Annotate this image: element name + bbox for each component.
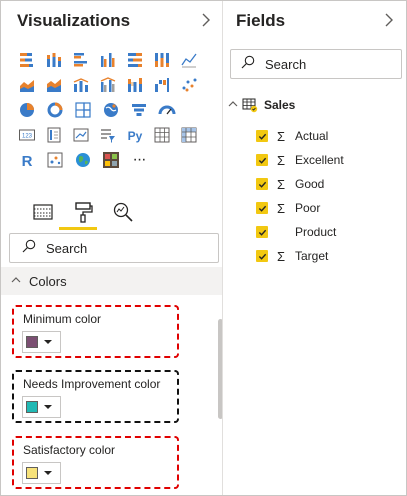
checkbox-checked[interactable] xyxy=(256,130,268,142)
colors-section-label: Colors xyxy=(29,273,67,289)
globe-map-icon[interactable] xyxy=(69,149,97,171)
checkbox-checked[interactable] xyxy=(256,226,268,238)
svg-text:R: R xyxy=(22,153,33,169)
funnel-icon[interactable] xyxy=(125,99,153,121)
visualizations-title: Visualizations xyxy=(17,11,131,30)
field-good[interactable]: Σ Good xyxy=(256,174,324,194)
matrix-icon[interactable] xyxy=(176,124,203,146)
field-target[interactable]: Σ Target xyxy=(256,246,328,266)
chevron-up-icon xyxy=(11,276,21,287)
fields-search-input[interactable]: Search xyxy=(230,49,402,79)
100-stacked-bar-icon[interactable] xyxy=(122,49,149,71)
sales-table-node[interactable]: Sales xyxy=(228,95,295,115)
key-influencers-icon[interactable] xyxy=(41,149,69,171)
card-icon[interactable]: 123 xyxy=(13,124,40,146)
checkbox-checked[interactable] xyxy=(256,202,268,214)
table-name: Sales xyxy=(264,98,296,112)
clustered-bar-icon[interactable] xyxy=(67,49,94,71)
colors-section-header[interactable]: Colors xyxy=(1,267,222,295)
donut-chart-icon[interactable] xyxy=(41,99,69,121)
caret-down-icon xyxy=(44,471,52,475)
field-label: Product xyxy=(295,225,337,239)
line-column-icon[interactable] xyxy=(67,74,94,96)
gauge-icon[interactable] xyxy=(153,99,181,121)
search-placeholder: Search xyxy=(46,240,88,256)
ribbon-chart-icon[interactable] xyxy=(122,74,149,96)
pie-chart-icon[interactable] xyxy=(13,99,41,121)
fields-title: Fields xyxy=(236,11,286,30)
100-stacked-column-icon[interactable] xyxy=(149,49,176,71)
field-actual[interactable]: Σ Actual xyxy=(256,126,328,146)
field-label: Poor xyxy=(295,201,321,215)
minimum-color-label: Minimum color xyxy=(23,312,102,326)
field-label: Good xyxy=(295,177,325,191)
fields-tab-icon[interactable] xyxy=(23,197,63,227)
search-icon xyxy=(241,55,255,74)
format-paint-roller-icon[interactable] xyxy=(63,197,103,227)
area-chart-icon[interactable] xyxy=(13,74,40,96)
kpi-icon[interactable] xyxy=(67,124,94,146)
search-icon xyxy=(22,239,36,258)
color-swatch xyxy=(26,401,38,413)
scatter-icon[interactable] xyxy=(176,74,203,96)
caret-down-icon xyxy=(44,405,52,409)
satisfactory-color-group: Satisfactory color xyxy=(12,436,179,489)
analytics-magnifier-icon[interactable] xyxy=(103,197,143,227)
waterfall-icon[interactable] xyxy=(149,74,176,96)
multi-row-card-icon[interactable] xyxy=(40,124,67,146)
stacked-bar-icon[interactable] xyxy=(13,49,40,71)
field-product[interactable]: Product xyxy=(256,222,336,242)
needs-improvement-color-label: Needs Improvement color xyxy=(23,377,161,391)
fields-pane: Fields Search Sales Σ Actual Σ Excellent… xyxy=(224,1,406,495)
checkbox-checked[interactable] xyxy=(256,154,268,166)
stacked-column-icon[interactable] xyxy=(40,49,67,71)
color-swatch xyxy=(26,467,38,479)
caret-down-icon xyxy=(44,340,52,344)
table-icon xyxy=(242,97,258,113)
visualization-gallery: 123 Py R ··· xyxy=(13,47,203,172)
visualization-tabs xyxy=(23,197,143,227)
sigma-icon: Σ xyxy=(276,248,286,264)
minimum-color-picker[interactable] xyxy=(22,331,61,353)
slicer-icon[interactable] xyxy=(94,124,121,146)
chevron-right-icon[interactable] xyxy=(384,13,398,29)
field-poor[interactable]: Σ Poor xyxy=(256,198,320,218)
field-label: Excellent xyxy=(295,153,344,167)
satisfactory-color-label: Satisfactory color xyxy=(23,443,116,457)
clustered-column-icon[interactable] xyxy=(94,49,121,71)
svg-text:Py: Py xyxy=(128,129,143,143)
checkbox-checked[interactable] xyxy=(256,178,268,190)
field-label: Actual xyxy=(295,129,329,143)
active-tab-indicator xyxy=(59,227,97,230)
treemap-icon[interactable] xyxy=(69,99,97,121)
field-excellent[interactable]: Σ Excellent xyxy=(256,150,344,170)
search-placeholder: Search xyxy=(265,56,307,72)
needs-improvement-color-picker[interactable] xyxy=(22,396,61,418)
checkbox-checked[interactable] xyxy=(256,250,268,262)
visualizations-pane: Visualizations 123 Py R ··· Search Color… xyxy=(1,1,223,495)
needs-improvement-color-group: Needs Improvement color xyxy=(12,370,179,423)
custom-visual-icon[interactable] xyxy=(97,149,125,171)
sigma-icon: Σ xyxy=(276,200,286,216)
svg-text:123: 123 xyxy=(22,133,33,139)
r-visual-icon[interactable]: R xyxy=(13,149,41,171)
color-swatch xyxy=(26,336,38,348)
sigma-icon: Σ xyxy=(276,128,286,144)
minimum-color-group: Minimum color xyxy=(12,305,179,358)
map-icon[interactable] xyxy=(97,99,125,121)
satisfactory-color-picker[interactable] xyxy=(22,462,61,484)
chevron-up-icon[interactable] xyxy=(228,100,242,111)
chevron-right-icon[interactable] xyxy=(201,13,215,29)
field-label: Target xyxy=(295,249,329,263)
sigma-icon: Σ xyxy=(276,176,286,192)
line-chart-icon[interactable] xyxy=(176,49,203,71)
stacked-area-icon[interactable] xyxy=(40,74,67,96)
format-search-input[interactable]: Search xyxy=(9,233,219,263)
sigma-icon: Σ xyxy=(276,152,286,168)
format-pane-scrollbar[interactable] xyxy=(218,319,222,419)
more-icon[interactable]: ··· xyxy=(125,149,153,171)
python-visual-icon[interactable]: Py xyxy=(122,124,149,146)
table-icon[interactable] xyxy=(149,124,176,146)
line-clustered-column-icon[interactable] xyxy=(94,74,121,96)
